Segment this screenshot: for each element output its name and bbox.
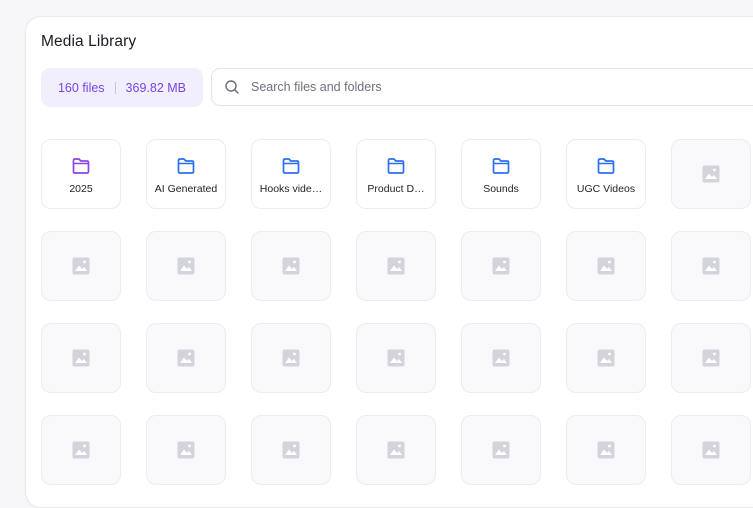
folder-icon [176, 157, 196, 175]
media-tile[interactable] [41, 323, 121, 393]
media-tile[interactable] [566, 323, 646, 393]
media-tile[interactable] [146, 415, 226, 485]
media-tile[interactable] [146, 231, 226, 301]
image-placeholder-icon [177, 349, 195, 367]
image-placeholder-icon [597, 349, 615, 367]
media-tile[interactable] [671, 231, 751, 301]
media-tile[interactable] [461, 323, 541, 393]
folder-tile[interactable]: Sounds [461, 139, 541, 209]
image-placeholder-icon [387, 441, 405, 459]
image-placeholder-icon [282, 257, 300, 275]
media-tile[interactable] [671, 415, 751, 485]
image-placeholder-icon [492, 349, 510, 367]
folder-tile[interactable]: UGC Videos [566, 139, 646, 209]
folder-tile[interactable]: Hooks vide… [251, 139, 331, 209]
image-placeholder-icon [72, 257, 90, 275]
folder-name: AI Generated [154, 182, 218, 195]
media-tile[interactable] [146, 323, 226, 393]
folder-tile[interactable]: Product D… [356, 139, 436, 209]
folder-icon [596, 157, 616, 175]
image-placeholder-icon [177, 257, 195, 275]
search-bar[interactable] [211, 68, 753, 106]
image-placeholder-icon [597, 441, 615, 459]
media-tile[interactable] [251, 231, 331, 301]
image-placeholder-icon [72, 441, 90, 459]
media-tile[interactable] [461, 231, 541, 301]
media-tile[interactable] [566, 415, 646, 485]
folder-name: 2025 [69, 182, 93, 195]
file-count: 160 files [57, 80, 105, 95]
folder-name: Hooks vide… [259, 182, 323, 195]
folder-name: Product D… [367, 182, 425, 195]
folder-icon [386, 157, 406, 175]
image-placeholder-icon [177, 441, 195, 459]
storage-size: 369.82 MB [125, 80, 187, 95]
folder-tile[interactable]: AI Generated [146, 139, 226, 209]
folder-name: Sounds [483, 182, 519, 195]
media-tile[interactable] [41, 231, 121, 301]
image-placeholder-icon [702, 441, 720, 459]
folder-icon [281, 157, 301, 175]
folder-name: UGC Videos [576, 182, 636, 195]
media-tile[interactable] [671, 323, 751, 393]
image-placeholder-icon [282, 441, 300, 459]
image-placeholder-icon [72, 349, 90, 367]
page-title: Media Library [41, 33, 137, 50]
folder-icon [71, 157, 91, 175]
image-placeholder-icon [702, 165, 720, 183]
media-tile[interactable] [356, 231, 436, 301]
media-tile[interactable] [356, 323, 436, 393]
media-tile[interactable] [461, 415, 541, 485]
image-placeholder-icon [387, 257, 405, 275]
image-placeholder-icon [492, 257, 510, 275]
media-tile[interactable] [251, 415, 331, 485]
media-tile[interactable] [41, 415, 121, 485]
folder-icon [491, 157, 511, 175]
search-icon [224, 79, 240, 95]
search-input[interactable] [249, 79, 733, 95]
folder-tile[interactable]: 2025 [41, 139, 121, 209]
media-tile[interactable] [251, 323, 331, 393]
image-placeholder-icon [282, 349, 300, 367]
image-placeholder-icon [492, 441, 510, 459]
image-placeholder-icon [702, 257, 720, 275]
image-placeholder-icon [702, 349, 720, 367]
image-placeholder-icon [597, 257, 615, 275]
media-tile[interactable] [566, 231, 646, 301]
media-tile[interactable] [671, 139, 751, 209]
storage-stats-badge: 160 files 369.82 MB [41, 68, 203, 107]
media-tile[interactable] [356, 415, 436, 485]
media-grid: 2025 AI Generated Hooks vide… Product D… Sou… [41, 139, 753, 485]
image-placeholder-icon [387, 349, 405, 367]
stats-divider [114, 81, 116, 94]
